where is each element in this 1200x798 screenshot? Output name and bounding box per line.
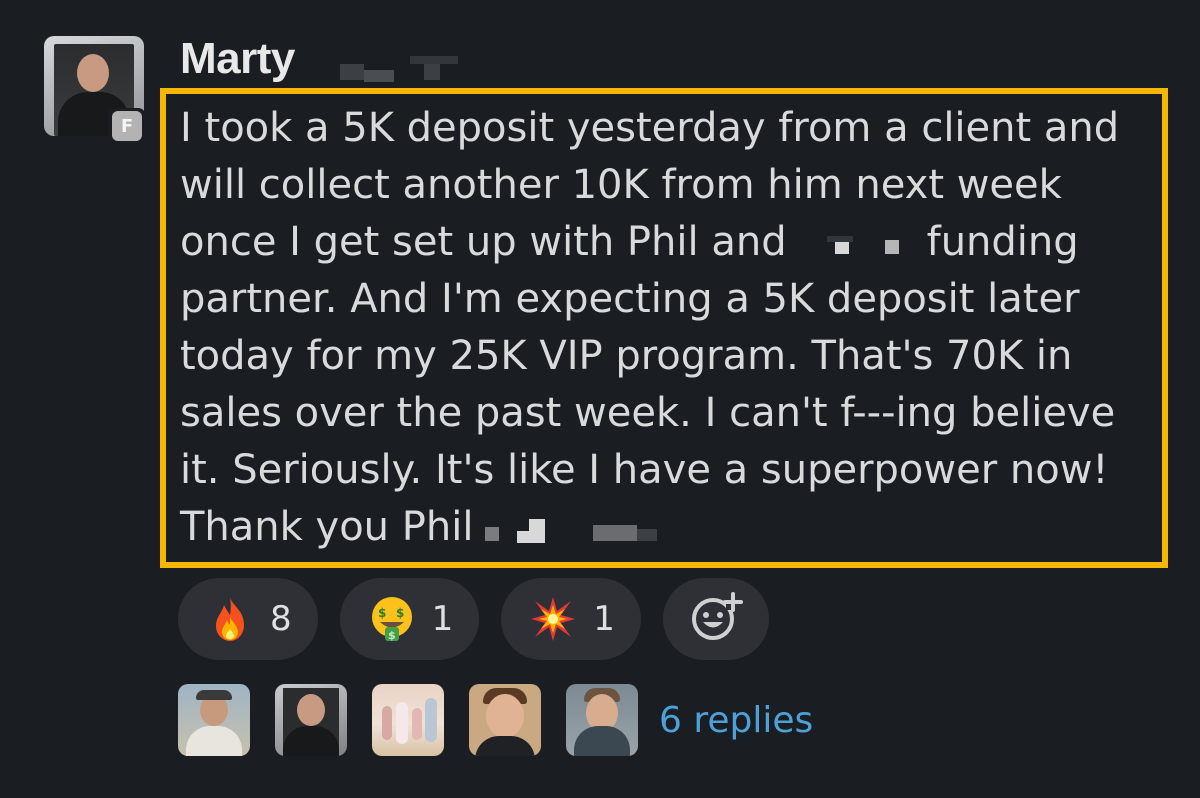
reaction-collision[interactable]: 1 (501, 578, 641, 660)
money-mouth-face-emoji-icon: $ $ $ (368, 595, 416, 643)
sender-name[interactable]: Marty (180, 34, 295, 84)
message-line-part: Thank you Phil (180, 504, 474, 550)
message-body: I took a 5K deposit yesterday from a cli… (180, 100, 1170, 556)
reaction-money-mouth-face[interactable]: $ $ $ 1 (339, 578, 480, 660)
svg-text:$: $ (378, 606, 386, 620)
message-line-part: once I get set up with Phil and (180, 219, 787, 265)
avatar (275, 684, 347, 756)
message-line: today for my 25K VIP program. That's 70K… (180, 333, 1073, 379)
org-badge-letter: F (112, 111, 142, 141)
message: F Marty I took a 5K deposit yesterday fr… (0, 0, 1200, 798)
reaction-fire[interactable]: 8 (178, 578, 318, 660)
replies-link[interactable]: 6 replies (659, 700, 813, 741)
reaction-count: 1 (431, 599, 454, 639)
message-line: it. Seriously. It's like I have a superp… (180, 447, 1109, 493)
message-line: partner. And I'm expecting a 5K deposit … (180, 276, 1080, 322)
add-emoji-icon (689, 592, 743, 646)
message-line: I took a 5K deposit yesterday from a cli… (180, 105, 1120, 151)
org-badge: F (108, 108, 146, 144)
fire-emoji-icon (206, 595, 254, 643)
reaction-count: 1 (593, 599, 615, 639)
reaction-count: 8 (270, 599, 292, 639)
avatar (372, 684, 444, 756)
message-line-part: funding (926, 219, 1079, 265)
reactions-bar: 8 $ $ $ 1 1 (178, 578, 769, 660)
redacted-mask (473, 509, 673, 549)
collision-emoji-icon (529, 595, 577, 643)
message-line: Thank you Phil (180, 499, 1170, 556)
avatar (469, 684, 541, 756)
avatar (566, 684, 638, 756)
svg-text:$: $ (396, 606, 404, 620)
svg-text:$: $ (388, 629, 396, 642)
add-reaction-button[interactable] (662, 578, 769, 660)
message-line: once I get set up with Phil and funding (180, 214, 1170, 271)
redacted-mask (787, 224, 927, 264)
message-line: sales over the past week. I can't f---in… (180, 390, 1116, 436)
avatar (178, 684, 250, 756)
thread-summary[interactable]: 6 replies (178, 684, 813, 756)
sender-avatar-wrap[interactable]: F (44, 36, 146, 144)
message-line: will collect another 10K from him next w… (180, 162, 1062, 208)
